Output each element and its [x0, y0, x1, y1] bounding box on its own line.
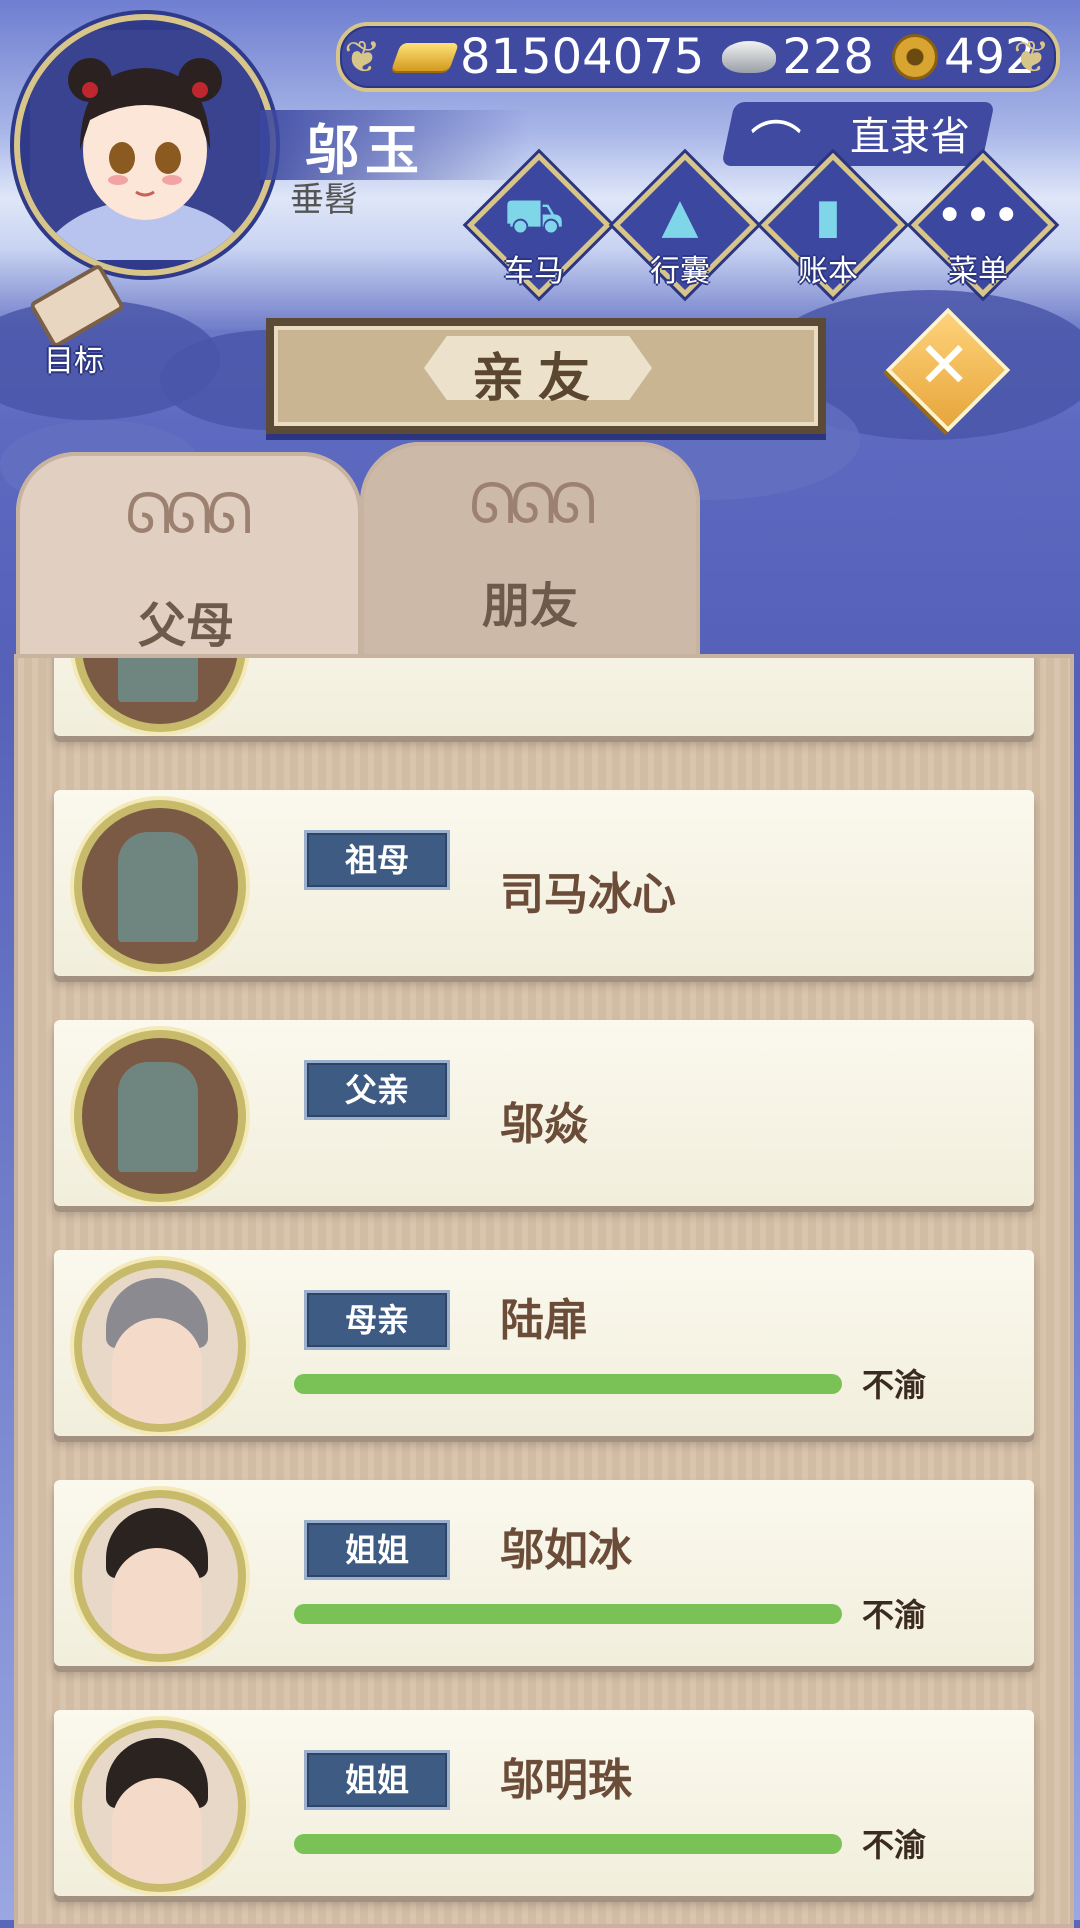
mood-status: 不渝: [862, 1826, 927, 1864]
bamboo-leaf-icon: ❦: [344, 32, 381, 83]
relatives-list[interactable]: 祖母 司马冰心 父亲 邬焱 母亲 陆扉 不渝 姐姐 邬如冰 不渝 姐姐 邬明珠 …: [14, 654, 1074, 1928]
affection-bar: [294, 1604, 842, 1624]
tab-parents[interactable]: ᘏᘏᘏ 父母: [16, 452, 362, 662]
mother-portrait: [74, 1260, 246, 1432]
tab-friends[interactable]: ᘏᘏᘏ 朋友: [360, 442, 700, 662]
gold-display: 81504075: [390, 29, 705, 85]
tab-label: 父母: [137, 598, 234, 654]
carriage-icon: ⛟: [503, 188, 565, 244]
relation-badge: 母亲: [304, 1290, 450, 1350]
nav-label: 行囊: [650, 254, 710, 289]
tombstone-icon: [118, 658, 198, 702]
goal-button[interactable]: 目标: [14, 262, 134, 379]
affection-bar: [294, 1374, 842, 1394]
nav-button-carriage[interactable]: ⛟ 车马: [466, 152, 612, 298]
relative-name: 邬明珠: [500, 1755, 632, 1806]
page-title: 亲友: [471, 349, 604, 409]
bamboo-leaf-icon: ❦: [1013, 32, 1050, 83]
relation-badge: 姐姐: [304, 1750, 450, 1810]
relation-badge: 祖母: [304, 830, 450, 890]
menu-icon: •••: [935, 188, 1021, 244]
girl-portrait-icon: [30, 30, 260, 260]
deceased-portrait: [74, 800, 246, 972]
gold-amount: 81504075: [460, 29, 705, 85]
silver-display: 228: [722, 29, 874, 85]
nav-button-ledger[interactable]: ▮ 账本: [760, 152, 906, 298]
goal-label: 目标: [44, 344, 104, 379]
player-age-title: 垂髫: [290, 180, 358, 220]
cloud-knot-icon: ᘏᘏᘏ: [125, 482, 252, 547]
list-item[interactable]: 母亲 陆扉 不渝: [54, 1250, 1034, 1436]
face-shape: [112, 1318, 202, 1424]
mood-status: 不渝: [862, 1596, 927, 1634]
list-item[interactable]: 姐姐 邬明珠 不渝: [54, 1710, 1034, 1896]
player-avatar[interactable]: [14, 14, 276, 276]
silver-ingot-icon: [722, 41, 777, 73]
ledger-icon: ▮: [814, 188, 842, 244]
nav-button-bag[interactable]: ▲ 行囊: [612, 152, 758, 298]
relative-name: 司马冰心: [500, 869, 676, 920]
deceased-portrait: [74, 658, 246, 732]
bag-icon: ▲: [661, 188, 699, 244]
relation-badge: 父亲: [304, 1060, 450, 1120]
list-item[interactable]: [54, 658, 1034, 736]
tombstone-icon: [118, 1062, 198, 1172]
gold-ingot-icon: [390, 43, 460, 71]
sister-portrait: [74, 1490, 246, 1662]
affection-bar: [294, 1834, 842, 1854]
list-item[interactable]: 祖母 司马冰心: [54, 790, 1034, 976]
tab-label: 朋友: [481, 578, 578, 634]
tombstone-icon: [118, 832, 198, 942]
mood-status: 不渝: [862, 1366, 927, 1404]
nav-label: 账本: [798, 254, 858, 289]
nav-label: 菜单: [948, 254, 1008, 289]
nav-label: 车马: [504, 254, 564, 289]
deceased-portrait: [74, 1030, 246, 1202]
list-item[interactable]: 父亲 邬焱: [54, 1020, 1034, 1206]
relation-badge: 姐姐: [304, 1520, 450, 1580]
title-banner: 亲友: [266, 318, 826, 434]
cloud-knot-icon: ᘏᘏᘏ: [469, 472, 596, 537]
currency-bar: ❦ 81504075 228 492 ❦: [336, 22, 1060, 92]
relative-name: 邬如冰: [500, 1525, 632, 1576]
sister-portrait: [74, 1720, 246, 1892]
copper-coin-icon: [891, 34, 938, 80]
silver-amount: 228: [782, 29, 874, 85]
list-item[interactable]: 姐姐 邬如冰 不渝: [54, 1480, 1034, 1666]
location-name: 直隶省: [850, 114, 970, 160]
close-icon[interactable]: ✕: [904, 326, 984, 406]
nav-button-menu[interactable]: ••• 菜单: [910, 152, 1056, 298]
relative-name: 陆扉: [500, 1295, 588, 1346]
face-shape: [112, 1778, 202, 1884]
face-shape: [112, 1548, 202, 1654]
relative-name: 邬焱: [500, 1099, 588, 1150]
